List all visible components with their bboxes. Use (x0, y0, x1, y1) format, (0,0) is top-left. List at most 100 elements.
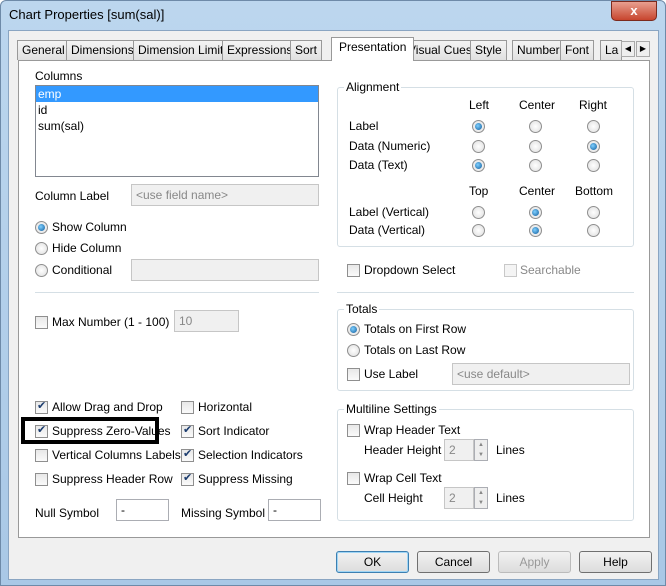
allow-drag-drop-checkbox[interactable] (35, 399, 48, 414)
vertical-alignment-radio[interactable] (472, 206, 485, 219)
tab-general[interactable]: General (17, 40, 70, 60)
dropdown-select-label: Dropdown Select (364, 263, 456, 277)
column-label-input[interactable]: <use field name> (131, 184, 319, 206)
wrap-header-label: Wrap Header Text (364, 423, 461, 437)
alignment-radio[interactable] (529, 159, 542, 172)
align-right-header: Right (579, 98, 608, 112)
sort-indicator-checkbox[interactable] (181, 423, 194, 438)
max-number-label: Max Number (1 - 100) (52, 315, 170, 329)
tab-sort[interactable]: Sort (290, 40, 323, 60)
numeric-align-label: Data (Numeric) (349, 139, 431, 153)
totals-last-radio[interactable] (347, 344, 360, 357)
tab-scroll-right-icon[interactable]: ▶ (636, 41, 650, 57)
cancel-button[interactable]: Cancel (417, 551, 490, 573)
header-height-input[interactable]: 2 (444, 439, 474, 461)
highlight-box (21, 417, 159, 444)
missing-symbol-label: Missing Symbol (181, 506, 266, 520)
wrap-header-checkbox[interactable] (347, 424, 360, 437)
vertical-alignment-radio[interactable] (587, 224, 600, 237)
horizontal-label: Horizontal (198, 400, 253, 414)
vertical-alignment-radio[interactable] (587, 206, 600, 219)
list-item[interactable]: emp (36, 86, 318, 102)
sort-indicator-label: Sort Indicator (198, 424, 270, 438)
dropdown-select-checkbox[interactable] (347, 264, 360, 277)
presentation-panel: Columns emp id sum(sal) Column Label <us… (18, 60, 650, 538)
tab-dimension-limits[interactable]: Dimension Limits (133, 40, 235, 60)
tab-number[interactable]: Number (512, 40, 565, 60)
hide-column-radio[interactable] (35, 242, 48, 255)
divider (337, 292, 634, 293)
alignment-radio[interactable] (587, 159, 600, 172)
vertical-columns-labels-checkbox[interactable] (35, 449, 48, 462)
totals-first-label: Totals on First Row (364, 322, 467, 336)
tab-expressions[interactable]: Expressions (222, 40, 298, 60)
columns-caption: Columns (35, 69, 83, 83)
column-label-label: Column Label (35, 189, 110, 203)
cell-height-spinner[interactable]: ▲ ▼ (474, 487, 488, 509)
max-number-input[interactable]: 10 (174, 310, 239, 332)
ok-button[interactable]: OK (336, 551, 409, 573)
alignment-group: Alignment Left Center Right Label Data (… (337, 80, 634, 247)
conditional-input[interactable] (131, 259, 319, 281)
use-label-checkbox[interactable] (347, 368, 360, 381)
align-top-header: Top (469, 184, 489, 198)
tab-dimensions[interactable]: Dimensions (66, 40, 139, 60)
alignment-caption: Alignment (344, 80, 402, 94)
align-center-header: Center (519, 98, 556, 112)
vertical-alignment-radio[interactable] (529, 224, 542, 237)
use-label-label: Use Label (364, 367, 419, 381)
vertical-alignment-radio[interactable] (529, 206, 542, 219)
cell-lines-label: Lines (496, 491, 525, 505)
missing-symbol-input[interactable]: - (268, 499, 321, 521)
header-height-spinner[interactable]: ▲ ▼ (474, 439, 488, 461)
suppress-missing-checkbox[interactable] (181, 471, 194, 486)
cell-height-input[interactable]: 2 (444, 487, 474, 509)
max-number-checkbox[interactable] (35, 316, 48, 329)
tab-layout[interactable]: La (600, 40, 622, 60)
suppress-header-row-label: Suppress Header Row (52, 472, 173, 486)
text-align-label: Data (Text) (349, 158, 408, 172)
help-button[interactable]: Help (579, 551, 652, 573)
searchable-checkbox[interactable] (504, 264, 517, 277)
suppress-missing-label: Suppress Missing (198, 472, 293, 486)
tab-presentation[interactable]: Presentation (331, 37, 415, 61)
tab-font[interactable]: Font (560, 40, 595, 60)
allow-drag-drop-label: Allow Drag and Drop (52, 400, 163, 414)
suppress-header-row-checkbox[interactable] (35, 473, 48, 486)
dialog-window: Chart Properties [sum(sal)] x General Di… (0, 0, 666, 586)
alignment-radio[interactable] (529, 140, 542, 153)
selection-indicators-checkbox[interactable] (181, 447, 194, 462)
label-vertical-label: Label (Vertical) (349, 205, 430, 219)
show-column-radio[interactable] (35, 221, 48, 234)
multiline-group: Multiline Settings Wrap Header Text Head… (337, 402, 634, 521)
tab-style[interactable]: Style (470, 40, 507, 60)
apply-button[interactable]: Apply (498, 551, 571, 573)
totals-first-radio[interactable] (347, 323, 360, 336)
vertical-alignment-radio[interactable] (472, 224, 485, 237)
totals-caption: Totals (344, 302, 380, 316)
alignment-radio[interactable] (472, 159, 485, 172)
alignment-radio[interactable] (587, 140, 600, 153)
close-button[interactable]: x (611, 1, 657, 21)
align-vcenter-header: Center (519, 184, 556, 198)
conditional-radio[interactable] (35, 264, 48, 277)
use-label-input[interactable]: <use default> (452, 363, 630, 385)
multiline-caption: Multiline Settings (344, 402, 439, 416)
searchable-label: Searchable (520, 263, 581, 277)
horizontal-checkbox[interactable] (181, 401, 194, 414)
alignment-radio[interactable] (529, 120, 542, 133)
wrap-cell-checkbox[interactable] (347, 472, 360, 485)
list-item[interactable]: id (36, 102, 318, 118)
null-symbol-label: Null Symbol (35, 506, 100, 520)
columns-list[interactable]: emp id sum(sal) (35, 85, 319, 177)
alignment-radio[interactable] (587, 120, 600, 133)
alignment-radio[interactable] (472, 140, 485, 153)
conditional-label: Conditional (52, 263, 113, 277)
wrap-cell-label: Wrap Cell Text (364, 471, 442, 485)
tab-scroll-left-icon[interactable]: ◀ (621, 41, 635, 57)
alignment-radio[interactable] (472, 120, 485, 133)
null-symbol-input[interactable]: - (116, 499, 169, 521)
cell-height-label: Cell Height (364, 491, 423, 505)
show-column-label: Show Column (52, 220, 127, 234)
list-item[interactable]: sum(sal) (36, 118, 318, 134)
